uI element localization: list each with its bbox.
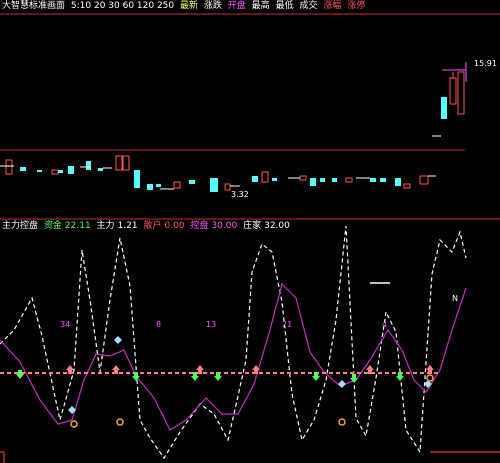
candle-down: [134, 170, 140, 188]
high-price-label: 15.91: [474, 59, 497, 68]
candle-up: [419, 175, 429, 185]
signal-markers: [16, 336, 434, 428]
indicator-item-label: 控盘: [190, 221, 209, 231]
candle-down: [156, 184, 161, 187]
indicator-label: 13: [206, 320, 216, 329]
candle-up: [261, 171, 269, 183]
candle-up: [457, 71, 465, 115]
candle-up: [173, 181, 181, 189]
candle-down: [58, 170, 63, 173]
candle-up: [345, 177, 353, 183]
candle-down: [37, 170, 42, 172]
target-icon: [116, 418, 124, 426]
indicator-item-value: 0.00: [164, 221, 185, 231]
target-icon: [70, 420, 78, 428]
indicator-item-value: 32.00: [264, 221, 290, 231]
indicator-item-value: 22.11: [64, 221, 91, 231]
candle-up: [224, 183, 231, 191]
candle-down: [20, 167, 26, 171]
diamond-icon: [114, 336, 122, 344]
candle-up: [5, 159, 13, 175]
indicator-name: 主力控盘: [2, 221, 39, 231]
indicator-item-label: 散户: [143, 221, 162, 231]
mid-candle-strip: [0, 155, 436, 192]
low-price-label: 3.32: [231, 190, 249, 199]
candle-up: [115, 155, 123, 171]
indicator-item-label: 主力: [96, 221, 115, 231]
indicator-header: 主力控盘 资金 22.11 主力 1.21 散户 0.00 控盘 30.00 庄家 32.…: [2, 221, 293, 232]
indicator-label: 21: [282, 320, 292, 329]
candle-down: [441, 97, 447, 119]
indicator-label: 34: [60, 320, 70, 329]
diamond-icon: [338, 380, 346, 388]
candle-down: [189, 180, 195, 184]
candle-down: [320, 178, 325, 182]
candle-down: [210, 178, 218, 192]
target-icon: [426, 374, 434, 382]
indicator-item-value: 1.21: [117, 221, 138, 231]
candle-down: [395, 178, 401, 186]
candle-up: [449, 77, 457, 105]
candle-down: [252, 176, 258, 182]
candle-down: [370, 178, 376, 182]
candle-up: [299, 175, 307, 181]
candle-down: [68, 166, 74, 174]
indicator-item-label: 庄家: [243, 221, 262, 231]
candle-up: [51, 169, 59, 175]
candle-up: [403, 183, 411, 189]
candle-down: [332, 178, 337, 182]
target-icon: [338, 418, 346, 426]
candle-down: [380, 178, 386, 182]
indicator-item-value: 30.00: [211, 221, 238, 231]
price-candles: [432, 62, 467, 137]
candle-down: [272, 178, 277, 181]
candle-up: [122, 155, 130, 171]
indicator-label: N: [452, 294, 458, 303]
candle-down: [98, 168, 103, 171]
down-arrow-icon: [16, 370, 24, 379]
candle-down: [86, 161, 91, 170]
indicator-item-label: 资金: [43, 221, 62, 231]
indicator-label: 4: [382, 320, 387, 329]
candle-down: [310, 178, 316, 186]
indicator-label: 8: [156, 320, 161, 329]
diamond-icon: [68, 406, 76, 414]
candle-down: [147, 184, 153, 190]
